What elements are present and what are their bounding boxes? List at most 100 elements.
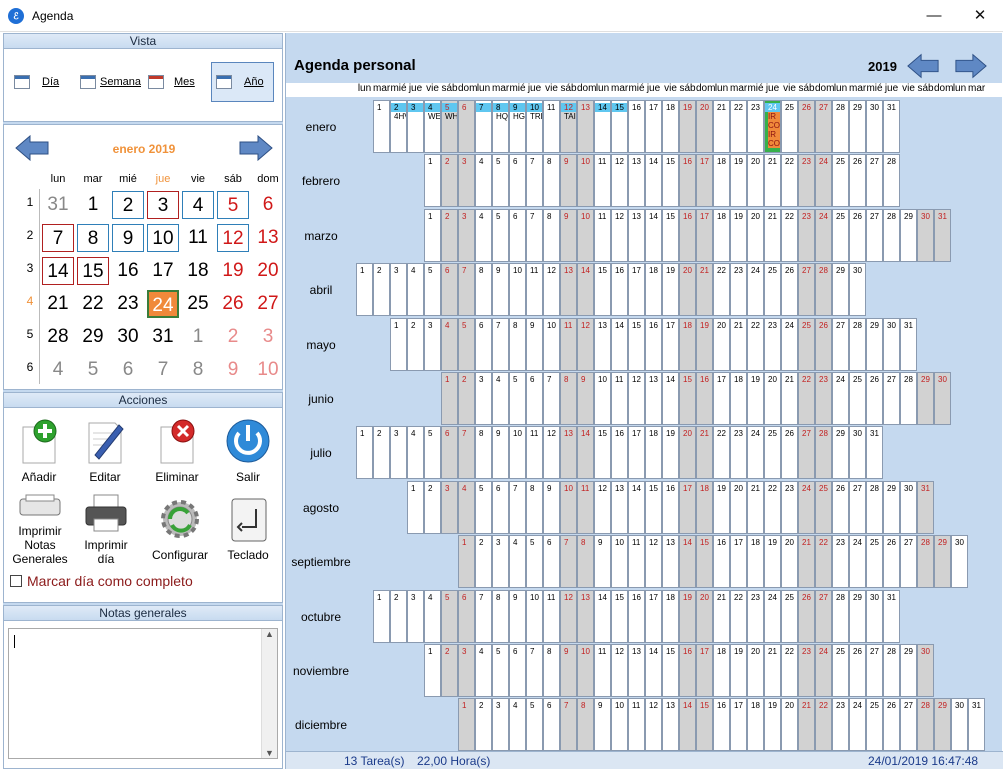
year-day-cell[interactable]: 19 xyxy=(730,208,747,262)
year-day-cell[interactable]: 17 xyxy=(628,263,645,317)
year-day-cell[interactable]: 27 xyxy=(900,535,917,589)
year-day-cell[interactable]: 21 xyxy=(798,535,815,589)
year-day-cell[interactable]: 13 xyxy=(560,426,577,480)
year-day-cell[interactable]: 26 xyxy=(815,317,832,371)
year-day-cell[interactable]: 22 xyxy=(713,426,730,480)
year-day-cell[interactable]: 23 xyxy=(815,372,832,425)
year-day-cell[interactable]: 23 xyxy=(764,317,781,371)
year-day-cell[interactable]: 29 xyxy=(883,480,900,534)
year-day-cell[interactable]: 4 xyxy=(492,372,509,425)
year-day-cell[interactable]: 7 xyxy=(526,208,543,262)
year-day-cell[interactable]: 5 xyxy=(492,644,509,697)
year-day-cell[interactable]: 20 xyxy=(696,100,713,153)
mini-calendar-day[interactable]: 29 xyxy=(77,323,109,351)
year-day-cell[interactable]: 9 xyxy=(577,372,594,425)
year-day-cell[interactable]: 28 xyxy=(832,589,849,643)
year-day-cell[interactable]: 4 xyxy=(475,208,492,262)
mini-calendar-day[interactable]: 3 xyxy=(147,191,179,219)
year-day-cell[interactable]: 8 xyxy=(475,263,492,317)
year-day-cell[interactable]: 15 xyxy=(696,535,713,589)
year-day-cell[interactable]: 22 xyxy=(815,698,832,752)
year-day-cell[interactable]: 17 xyxy=(696,154,713,208)
year-day-cell[interactable]: 30 xyxy=(866,100,883,153)
year-day-cell[interactable]: 13 xyxy=(628,154,645,208)
next-month-arrow-icon[interactable] xyxy=(238,135,274,161)
mini-calendar-day[interactable]: 23 xyxy=(112,290,144,318)
year-day-cell[interactable]: 29 xyxy=(866,317,883,371)
year-day-cell[interactable]: 10 xyxy=(560,480,577,534)
year-day-cell[interactable]: 19 xyxy=(696,317,713,371)
year-day-cell[interactable]: 31 xyxy=(883,100,900,153)
year-day-cell[interactable]: 18 xyxy=(730,372,747,425)
year-day-cell[interactable]: 8 xyxy=(526,480,543,534)
mini-calendar-day[interactable]: 1 xyxy=(182,323,214,351)
year-day-cell[interactable]: 13 xyxy=(594,317,611,371)
year-day-cell[interactable]: 11 xyxy=(543,589,560,643)
year-day-cell[interactable]: 28 xyxy=(849,317,866,371)
year-day-cell[interactable]: 26 xyxy=(781,426,798,480)
year-day-cell[interactable]: 17 xyxy=(628,426,645,480)
year-day-cell[interactable]: 27 xyxy=(798,426,815,480)
year-day-cell[interactable]: 16 xyxy=(628,100,645,153)
year-day-cell[interactable]: 2 xyxy=(475,535,492,589)
year-day-cell[interactable]: 22 xyxy=(713,263,730,317)
year-day-cell[interactable]: 25 xyxy=(832,644,849,697)
year-day-cell[interactable]: 27 xyxy=(815,100,832,153)
year-day-cell[interactable]: 19 xyxy=(713,480,730,534)
year-day-cell[interactable]: 11 xyxy=(594,154,611,208)
year-day-cell[interactable]: 8 xyxy=(492,589,509,643)
year-day-cell[interactable]: 9 xyxy=(543,480,560,534)
year-day-cell[interactable]: 6 xyxy=(509,154,526,208)
year-day-cell[interactable]: 15 xyxy=(662,208,679,262)
year-day-cell[interactable]: 18 xyxy=(696,480,713,534)
year-day-cell[interactable]: 12 xyxy=(628,372,645,425)
year-day-cell[interactable]: 15 xyxy=(628,317,645,371)
year-day-cell[interactable]: 13 xyxy=(560,263,577,317)
year-day-cell[interactable]: 12 xyxy=(594,480,611,534)
mini-calendar-day[interactable]: 3 xyxy=(252,323,284,351)
year-day-cell[interactable]: 11 xyxy=(526,263,543,317)
year-day-cell[interactable]: 23 xyxy=(798,644,815,697)
year-day-cell[interactable]: 27 xyxy=(866,644,883,697)
year-day-cell[interactable]: 30 xyxy=(883,317,900,371)
year-day-cell[interactable]: 9 xyxy=(492,426,509,480)
year-day-cell[interactable]: 20 xyxy=(679,263,696,317)
mini-calendar-day[interactable]: 10 xyxy=(147,224,179,252)
year-day-cell[interactable]: 31 xyxy=(968,698,985,752)
year-day-cell[interactable]: 11 xyxy=(594,208,611,262)
year-day-cell[interactable]: 1 xyxy=(356,426,373,480)
prev-year-arrow-icon[interactable] xyxy=(906,53,940,79)
year-day-cell[interactable]: 14 xyxy=(645,644,662,697)
year-day-cell[interactable]: 12 TAI xyxy=(560,100,577,153)
year-day-cell[interactable]: 18 xyxy=(662,100,679,153)
year-day-cell[interactable]: 15 xyxy=(594,263,611,317)
year-day-cell[interactable]: 19 xyxy=(679,589,696,643)
year-day-cell[interactable]: 30 xyxy=(934,372,951,425)
year-day-cell[interactable]: 1 xyxy=(424,208,441,262)
year-day-cell[interactable]: 14 xyxy=(645,208,662,262)
year-day-cell[interactable]: 3 xyxy=(475,372,492,425)
year-day-cell[interactable]: 24 xyxy=(849,535,866,589)
year-day-cell[interactable]: 11 xyxy=(628,535,645,589)
year-day-cell[interactable]: 21 xyxy=(764,644,781,697)
year-day-cell[interactable]: 21 xyxy=(713,589,730,643)
year-day-cell[interactable]: 14 xyxy=(679,698,696,752)
year-day-cell[interactable]: 28 xyxy=(917,698,934,752)
year-day-cell[interactable]: 4 xyxy=(407,426,424,480)
year-day-cell[interactable]: 26 xyxy=(832,480,849,534)
year-day-cell[interactable]: 6 xyxy=(509,644,526,697)
add-button[interactable]: Añadir xyxy=(12,417,66,484)
year-day-cell[interactable]: 13 xyxy=(662,535,679,589)
year-day-cell[interactable]: 9 HG xyxy=(509,100,526,153)
year-day-cell[interactable]: 3 xyxy=(458,154,475,208)
year-day-cell[interactable]: 6 xyxy=(543,698,560,752)
year-day-cell[interactable]: 22 xyxy=(747,317,764,371)
year-day-cell[interactable]: 26 xyxy=(798,100,815,153)
year-day-cell[interactable]: 15 xyxy=(611,589,628,643)
year-day-cell[interactable]: 16 xyxy=(696,372,713,425)
year-day-cell[interactable]: 16 xyxy=(679,208,696,262)
year-day-cell[interactable]: 16 xyxy=(611,426,628,480)
year-day-cell[interactable]: 9 xyxy=(560,208,577,262)
year-day-cell[interactable]: 22 xyxy=(815,535,832,589)
year-day-cell[interactable]: 17 xyxy=(662,317,679,371)
